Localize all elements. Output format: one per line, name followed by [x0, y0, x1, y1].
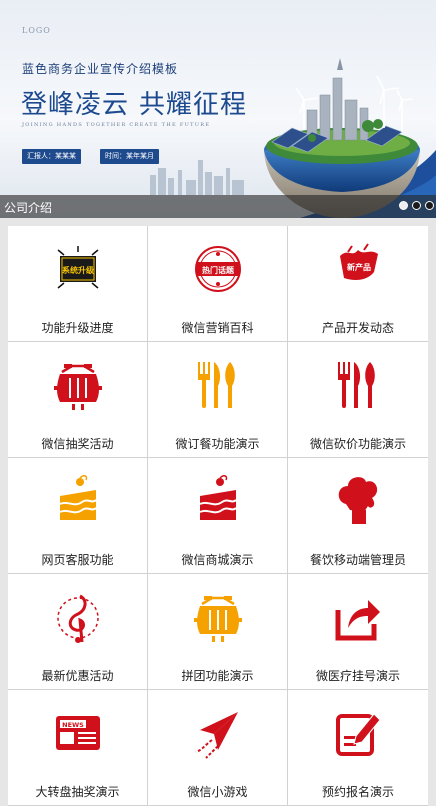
feature-label: 预约报名演示 — [321, 785, 394, 799]
newspaper-icon: NEWS — [54, 706, 102, 760]
banner-title-left: 登峰凌云 — [21, 90, 130, 120]
feature-tile-8[interactable]: 微信商城演示 — [148, 458, 288, 574]
new-product-tag-icon: 新产品 — [334, 242, 382, 296]
feature-tile-13[interactable]: NEWS 大转盘抽奖演示 — [8, 690, 148, 806]
banner-logo: LOGO — [22, 26, 51, 35]
feature-grid: 系统升级 功能升级进度 热门话题 微信营销百科 新产品 产品开发动态 微信抽奖活… — [8, 226, 428, 806]
feature-label: 网页客服功能 — [41, 553, 114, 567]
cutlery-icon — [194, 358, 242, 412]
feature-tile-7[interactable]: 网页客服功能 — [8, 458, 148, 574]
feature-tile-2[interactable]: 热门话题 微信营销百科 — [148, 226, 288, 342]
feature-tile-3[interactable]: 新产品 产品开发动态 — [288, 226, 428, 342]
feature-label: 大转盘抽奖演示 — [35, 785, 120, 799]
feature-label: 微信砍价功能演示 — [309, 437, 406, 451]
feature-tile-9[interactable]: 餐饮移动端管理员 — [288, 458, 428, 574]
music-note-icon — [54, 590, 102, 644]
slide-dot[interactable] — [412, 201, 421, 210]
chef-hat-icon — [334, 474, 382, 528]
feature-tile-12[interactable]: 微医疗挂号演示 — [288, 574, 428, 690]
banner-caption: 公司介绍 — [4, 201, 53, 215]
feature-tile-10[interactable]: 最新优惠活动 — [8, 574, 148, 690]
share-arrow-icon — [334, 590, 382, 644]
banner-tagline: JOINING HANDS TOGETHER CREATE THE FUTURE — [22, 122, 211, 128]
hot-topic-stamp-icon: 热门话题 — [194, 242, 242, 296]
feature-tile-15[interactable]: 预约报名演示 — [288, 690, 428, 806]
slide-indicator — [399, 201, 434, 210]
feature-label: 微医疗挂号演示 — [315, 669, 400, 683]
slide-dot[interactable] — [399, 201, 408, 210]
feature-label: 微信营销百科 — [181, 321, 254, 335]
cutlery-icon — [334, 358, 382, 412]
cake-slice-icon — [54, 474, 102, 528]
svg-text:新产品: 新产品 — [347, 262, 371, 272]
feature-tile-5[interactable]: 微订餐功能演示 — [148, 342, 288, 458]
feature-label: 餐饮移动端管理员 — [309, 553, 406, 567]
feature-tile-6[interactable]: 微信砍价功能演示 — [288, 342, 428, 458]
barrel-icon — [194, 590, 242, 644]
svg-text:NEWS: NEWS — [62, 721, 84, 729]
cake-slice-icon — [194, 474, 242, 528]
banner-title: 登峰凌云 共耀征程 — [21, 84, 247, 121]
svg-text:系统升级: 系统升级 — [62, 265, 95, 275]
svg-text:热门话题: 热门话题 — [202, 265, 235, 275]
hero-banner[interactable]: LOGO 蓝色商务企业宣传介绍模板 登峰凌云 共耀征程 JOINING HANDS… — [0, 0, 436, 218]
feature-label: 微信抽奖活动 — [41, 437, 114, 451]
time-badge: 时间：某年某月 — [100, 149, 159, 164]
feature-label: 拼团功能演示 — [181, 669, 254, 683]
feature-tile-11[interactable]: 拼团功能演示 — [148, 574, 288, 690]
slide-dot[interactable] — [425, 201, 434, 210]
paper-plane-icon — [194, 706, 242, 760]
feature-label: 微订餐功能演示 — [175, 437, 260, 451]
feature-label: 最新优惠活动 — [41, 669, 114, 683]
banner-title-right: 共耀征程 — [139, 90, 248, 120]
edit-form-icon — [334, 706, 382, 760]
feature-tile-1[interactable]: 系统升级 功能升级进度 — [8, 226, 148, 342]
feature-label: 功能升级进度 — [41, 321, 114, 335]
barrel-icon — [54, 358, 102, 412]
upgrade-badge-icon: 系统升级 — [54, 242, 102, 296]
feature-tile-4[interactable]: 微信抽奖活动 — [8, 342, 148, 458]
feature-tile-14[interactable]: 微信小游戏 — [148, 690, 288, 806]
reporter-badge: 汇报人：某某某 — [22, 149, 81, 164]
banner-caption-bar: 公司介绍 — [0, 195, 436, 218]
banner-subtitle: 蓝色商务企业宣传介绍模板 — [22, 62, 179, 76]
feature-label: 微信商城演示 — [181, 553, 254, 567]
feature-label: 产品开发动态 — [321, 321, 394, 335]
feature-label: 微信小游戏 — [187, 785, 248, 799]
